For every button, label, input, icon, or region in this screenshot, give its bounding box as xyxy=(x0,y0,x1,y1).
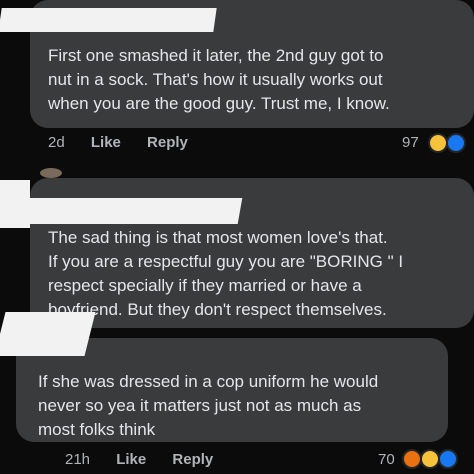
like-button-3[interactable]: Like xyxy=(116,451,146,468)
avatar-2 xyxy=(40,168,62,178)
comment-meta-3: 21h Like Reply xyxy=(65,451,213,468)
reply-button-3[interactable]: Reply xyxy=(172,451,213,468)
comment-text-1: First one smashed it later, the 2nd guy … xyxy=(48,46,390,113)
like-button-1[interactable]: Like xyxy=(91,134,121,151)
haha-emoji xyxy=(428,133,448,153)
comment-text-2: The sad thing is that most women love's … xyxy=(48,228,404,319)
reaction-count-1[interactable]: 97 xyxy=(402,134,419,151)
redaction-name-3 xyxy=(0,312,96,356)
redaction-name-1 xyxy=(0,8,217,32)
reaction-count-3[interactable]: 70 xyxy=(378,451,395,468)
comment-text-3: If she was dressed in a cop uniform he w… xyxy=(38,372,379,439)
comment-meta-1: 2d Like Reply xyxy=(48,134,188,151)
angry-emoji xyxy=(402,449,422,469)
comment-time-1: 2d xyxy=(48,134,65,151)
haha-emoji-3 xyxy=(420,449,440,469)
redaction-name-2b xyxy=(17,198,243,224)
like-emoji xyxy=(446,133,466,153)
like-emoji-3 xyxy=(438,449,458,469)
comment-time-3: 21h xyxy=(65,451,91,468)
reply-button-1[interactable]: Reply xyxy=(147,134,188,151)
